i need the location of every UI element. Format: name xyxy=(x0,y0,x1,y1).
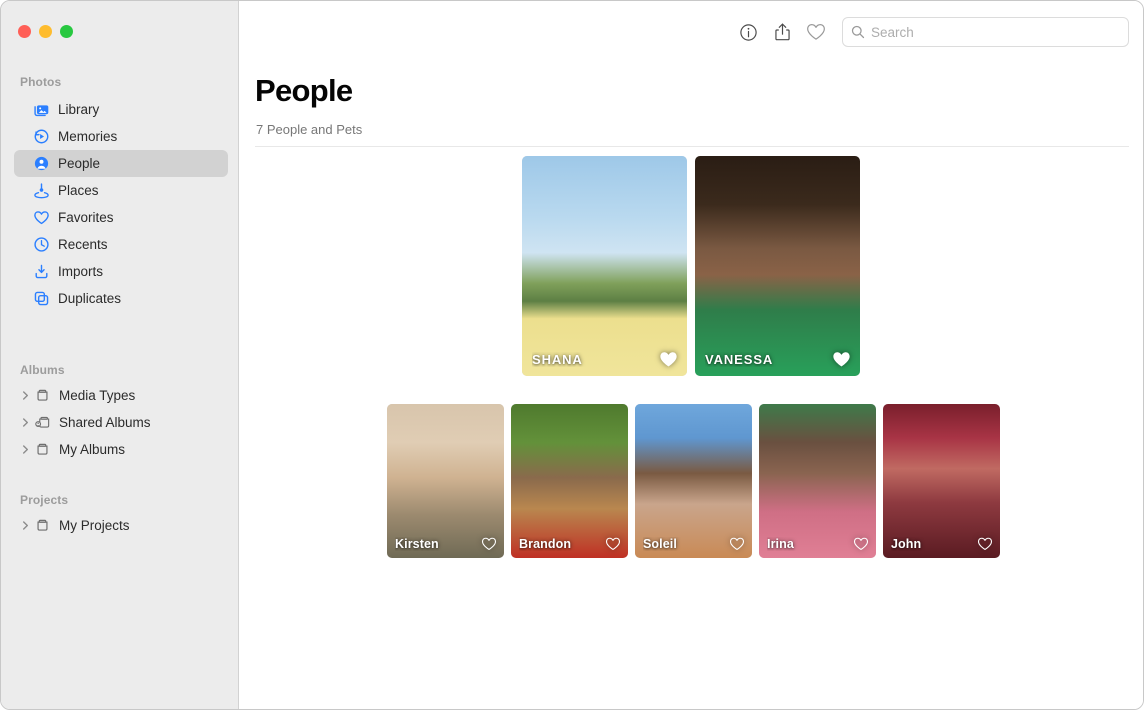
person-tile[interactable]: Kirsten xyxy=(387,404,504,558)
person-namebar: Soleil xyxy=(635,530,752,558)
heart-outline-icon[interactable] xyxy=(853,537,869,551)
sidebar-item-shared-albums[interactable]: Shared Albums xyxy=(14,409,228,436)
person-namebar: Kirsten xyxy=(387,530,504,558)
person-name: Kirsten xyxy=(395,537,481,551)
chevron-right-icon[interactable] xyxy=(19,443,32,456)
sidebar-item-label: My Albums xyxy=(59,442,125,457)
info-icon xyxy=(739,23,758,42)
duplicates-icon xyxy=(32,290,50,308)
person-name: Soleil xyxy=(643,537,729,551)
sidebar-item-label: Shared Albums xyxy=(59,415,151,430)
sidebar-item-label: People xyxy=(58,156,100,171)
sidebar-item-library[interactable]: Library xyxy=(14,96,228,123)
search-icon xyxy=(851,25,865,39)
person-tile[interactable]: VANESSA xyxy=(695,156,860,376)
info-button[interactable] xyxy=(731,15,765,49)
content-area: People 7 People and Pets SHANA VANESSA K… xyxy=(240,1,1144,710)
person-name: SHANA xyxy=(532,352,659,367)
heart-outline-icon[interactable] xyxy=(605,537,621,551)
sidebar-item-duplicates[interactable]: Duplicates xyxy=(14,285,228,312)
sidebar-item-my-albums[interactable]: My Albums xyxy=(14,436,228,463)
share-icon xyxy=(773,22,792,42)
heart-icon xyxy=(32,209,50,227)
search-field[interactable] xyxy=(842,17,1129,47)
person-namebar: VANESSA xyxy=(695,342,860,376)
sidebar-list-albums: Media Types Shared Albums My Albums xyxy=(1,382,239,463)
heart-outline-icon[interactable] xyxy=(481,537,497,551)
sidebar: Photos Library Memories People Places Fav… xyxy=(1,1,239,710)
page-title: People xyxy=(255,73,352,109)
places-icon xyxy=(32,182,50,200)
person-tile[interactable]: Soleil xyxy=(635,404,752,558)
sidebar-item-label: Imports xyxy=(58,264,103,279)
sidebar-section-projects: Projects xyxy=(1,493,68,507)
person-name: John xyxy=(891,537,977,551)
heart-filled-icon[interactable] xyxy=(832,351,851,368)
zoom-button[interactable] xyxy=(60,25,73,38)
sidebar-item-label: Recents xyxy=(58,237,108,252)
sidebar-item-label: Favorites xyxy=(58,210,114,225)
album-box-icon xyxy=(33,387,51,405)
people-icon xyxy=(32,155,50,173)
sidebar-item-label: Places xyxy=(58,183,99,198)
person-tile[interactable]: John xyxy=(883,404,1000,558)
minimize-button[interactable] xyxy=(39,25,52,38)
import-icon xyxy=(32,263,50,281)
sidebar-item-my-projects[interactable]: My Projects xyxy=(14,512,228,539)
person-tile[interactable]: Brandon xyxy=(511,404,628,558)
person-tile[interactable]: Irina xyxy=(759,404,876,558)
sidebar-item-media-types[interactable]: Media Types xyxy=(14,382,228,409)
person-tile[interactable]: SHANA xyxy=(522,156,687,376)
photos-window: Photos Library Memories People Places Fav… xyxy=(0,0,1144,710)
toolbar xyxy=(731,15,1129,49)
heart-outline-icon[interactable] xyxy=(977,537,993,551)
person-namebar: Brandon xyxy=(511,530,628,558)
memories-icon xyxy=(32,128,50,146)
sidebar-item-label: Memories xyxy=(58,129,117,144)
person-name: Irina xyxy=(767,537,853,551)
sidebar-item-memories[interactable]: Memories xyxy=(14,123,228,150)
sidebar-item-favorites[interactable]: Favorites xyxy=(14,204,228,231)
album-box-icon xyxy=(33,517,51,535)
sidebar-list-photos: Library Memories People PlacesFavorites … xyxy=(1,96,239,312)
sidebar-item-imports[interactable]: Imports xyxy=(14,258,228,285)
header-divider xyxy=(255,146,1129,147)
sidebar-item-places[interactable]: Places xyxy=(14,177,228,204)
person-name: Brandon xyxy=(519,537,605,551)
library-icon xyxy=(32,101,50,119)
album-box-icon xyxy=(33,441,51,459)
sidebar-item-label: Library xyxy=(58,102,99,117)
sidebar-item-people[interactable]: People xyxy=(14,150,228,177)
window-controls xyxy=(18,25,73,38)
person-name: VANESSA xyxy=(705,352,832,367)
heart-outline-icon xyxy=(806,23,826,41)
sidebar-item-label: My Projects xyxy=(59,518,130,533)
clock-icon xyxy=(32,236,50,254)
sidebar-item-label: Duplicates xyxy=(58,291,121,306)
person-namebar: John xyxy=(883,530,1000,558)
page-subtitle: 7 People and Pets xyxy=(256,122,362,137)
sidebar-item-label: Media Types xyxy=(59,388,135,403)
sidebar-section-photos: Photos xyxy=(1,75,61,89)
favorite-button[interactable] xyxy=(799,15,833,49)
chevron-right-icon[interactable] xyxy=(19,389,32,402)
chevron-right-icon[interactable] xyxy=(19,416,32,429)
person-namebar: Irina xyxy=(759,530,876,558)
sidebar-section-albums: Albums xyxy=(1,363,65,377)
sidebar-list-projects: My Projects xyxy=(1,512,239,539)
person-namebar: SHANA xyxy=(522,342,687,376)
heart-filled-icon[interactable] xyxy=(659,351,678,368)
heart-outline-icon[interactable] xyxy=(729,537,745,551)
search-input[interactable] xyxy=(871,25,1120,40)
chevron-right-icon[interactable] xyxy=(19,519,32,532)
share-button[interactable] xyxy=(765,15,799,49)
shared-album-box-icon xyxy=(33,414,51,432)
people-row-large: SHANA VANESSA xyxy=(522,156,860,376)
people-row-small: Kirsten Brandon Soleil Irina John xyxy=(387,404,1000,558)
sidebar-item-recents[interactable]: Recents xyxy=(14,231,228,258)
close-button[interactable] xyxy=(18,25,31,38)
